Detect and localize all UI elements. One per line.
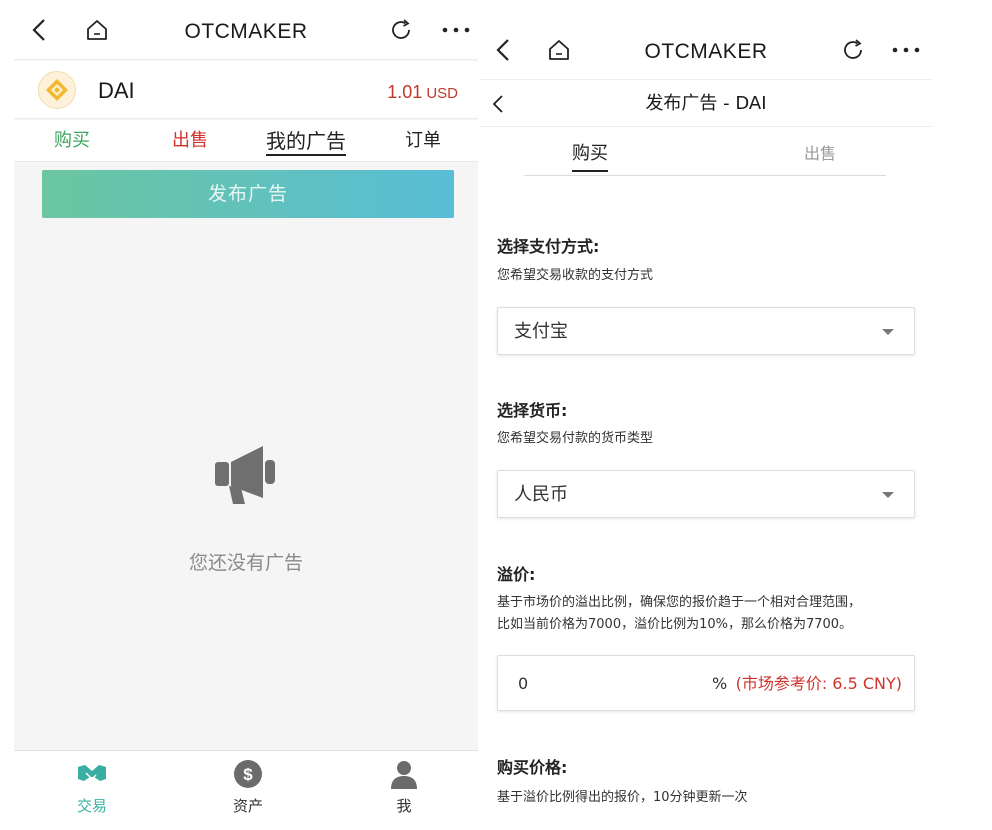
premium-unit: % [712, 674, 728, 693]
bottom-nav-label: 我 [396, 797, 412, 815]
top-nav: OTCMAKER [480, 20, 932, 80]
premium-desc-line2: 比如当前价格为7000，溢价比例为10%，那么价格为7700。 [497, 617, 853, 632]
currency-title: 选择货币: [497, 401, 568, 420]
currency-value: 人民币 [514, 484, 568, 505]
asset-price: 1.01 USD [387, 61, 458, 125]
currency-desc: 您希望交易付款的货币类型 [497, 431, 654, 446]
left-screen: OTCMAKER DAI 1.01USD 购买 出售 我的广告 订单 发布广告 [14, 0, 478, 818]
market-tabs: 购买 出售 我的广告 订单 [14, 120, 478, 162]
more-icon[interactable] [888, 20, 924, 80]
home-icon[interactable] [544, 20, 574, 80]
currency-select[interactable]: 人民币 [497, 470, 915, 518]
ad-type-tabs: 购买 出售 [524, 134, 886, 176]
price-value: 1.01 [387, 82, 423, 102]
publish-ad-button[interactable]: 发布广告 [42, 170, 454, 218]
refresh-icon[interactable] [386, 0, 416, 60]
dai-logo-icon [38, 71, 76, 109]
bottom-nav-label: 资产 [232, 797, 263, 815]
page-subheader: 发布广告 - DAI [480, 81, 932, 127]
asset-header: DAI 1.01 USD [14, 61, 478, 119]
buy-price-desc: 基于溢价比例得出的报价，10分钟更新一次 [497, 790, 748, 805]
refresh-icon[interactable] [838, 20, 868, 80]
premium-desc-line1: 基于市场价的溢出比例，确保您的报价趋于一个相对合理范围， [497, 595, 862, 610]
premium-value: 0 [518, 674, 529, 693]
user-icon [388, 759, 420, 789]
asset-name: DAI [98, 78, 135, 103]
market-reference-price: (市场参考价: 6.5 CNY) [735, 674, 902, 693]
page-title: 发布广告 - DAI [645, 93, 767, 114]
payment-title: 选择支付方式: [497, 237, 600, 256]
bottom-nav: 交易 $ 资产 我 [14, 750, 478, 818]
top-nav: OTCMAKER [14, 0, 478, 60]
price-unit: USD [426, 85, 458, 102]
premium-input[interactable]: 0 % (市场参考价: 6.5 CNY) [497, 655, 915, 711]
chevron-left-icon[interactable] [24, 0, 54, 60]
dollar-icon: $ [232, 759, 264, 789]
home-icon[interactable] [82, 0, 112, 60]
empty-state-text: 您还没有广告 [188, 552, 303, 574]
bottom-nav-me[interactable]: 我 [364, 751, 444, 818]
payment-desc: 您希望交易收款的支付方式 [497, 268, 654, 283]
more-icon[interactable] [438, 0, 474, 60]
right-screen: OTCMAKER 发布广告 - DAI 购买 出售 选择支付方式: 您希望交易收… [480, 20, 932, 818]
chevron-left-icon[interactable] [488, 20, 518, 80]
tab-my-ads[interactable]: 我的广告 [266, 120, 346, 162]
payment-method-value: 支付宝 [514, 321, 568, 342]
bottom-nav-label: 交易 [76, 797, 107, 815]
premium-title: 溢价: [497, 565, 536, 584]
svg-text:$: $ [243, 765, 253, 784]
tab-orders[interactable]: 订单 [405, 120, 441, 162]
megaphone-icon [211, 440, 283, 506]
bottom-nav-assets[interactable]: $ 资产 [208, 751, 288, 818]
tab-buy[interactable]: 购买 [572, 134, 608, 174]
caret-down-icon [882, 329, 894, 335]
tab-buy[interactable]: 购买 [54, 120, 90, 162]
buy-price-title: 购买价格: [497, 758, 568, 777]
payment-method-select[interactable]: 支付宝 [497, 307, 915, 355]
caret-down-icon [882, 492, 894, 498]
tab-sell[interactable]: 出售 [172, 120, 208, 162]
tab-sell[interactable]: 出售 [804, 134, 836, 174]
bottom-nav-trade[interactable]: 交易 [52, 751, 132, 818]
handshake-icon [76, 759, 108, 789]
screenshot-stage: OTCMAKER DAI 1.01USD 购买 出售 我的广告 订单 发布广告 [0, 0, 992, 830]
